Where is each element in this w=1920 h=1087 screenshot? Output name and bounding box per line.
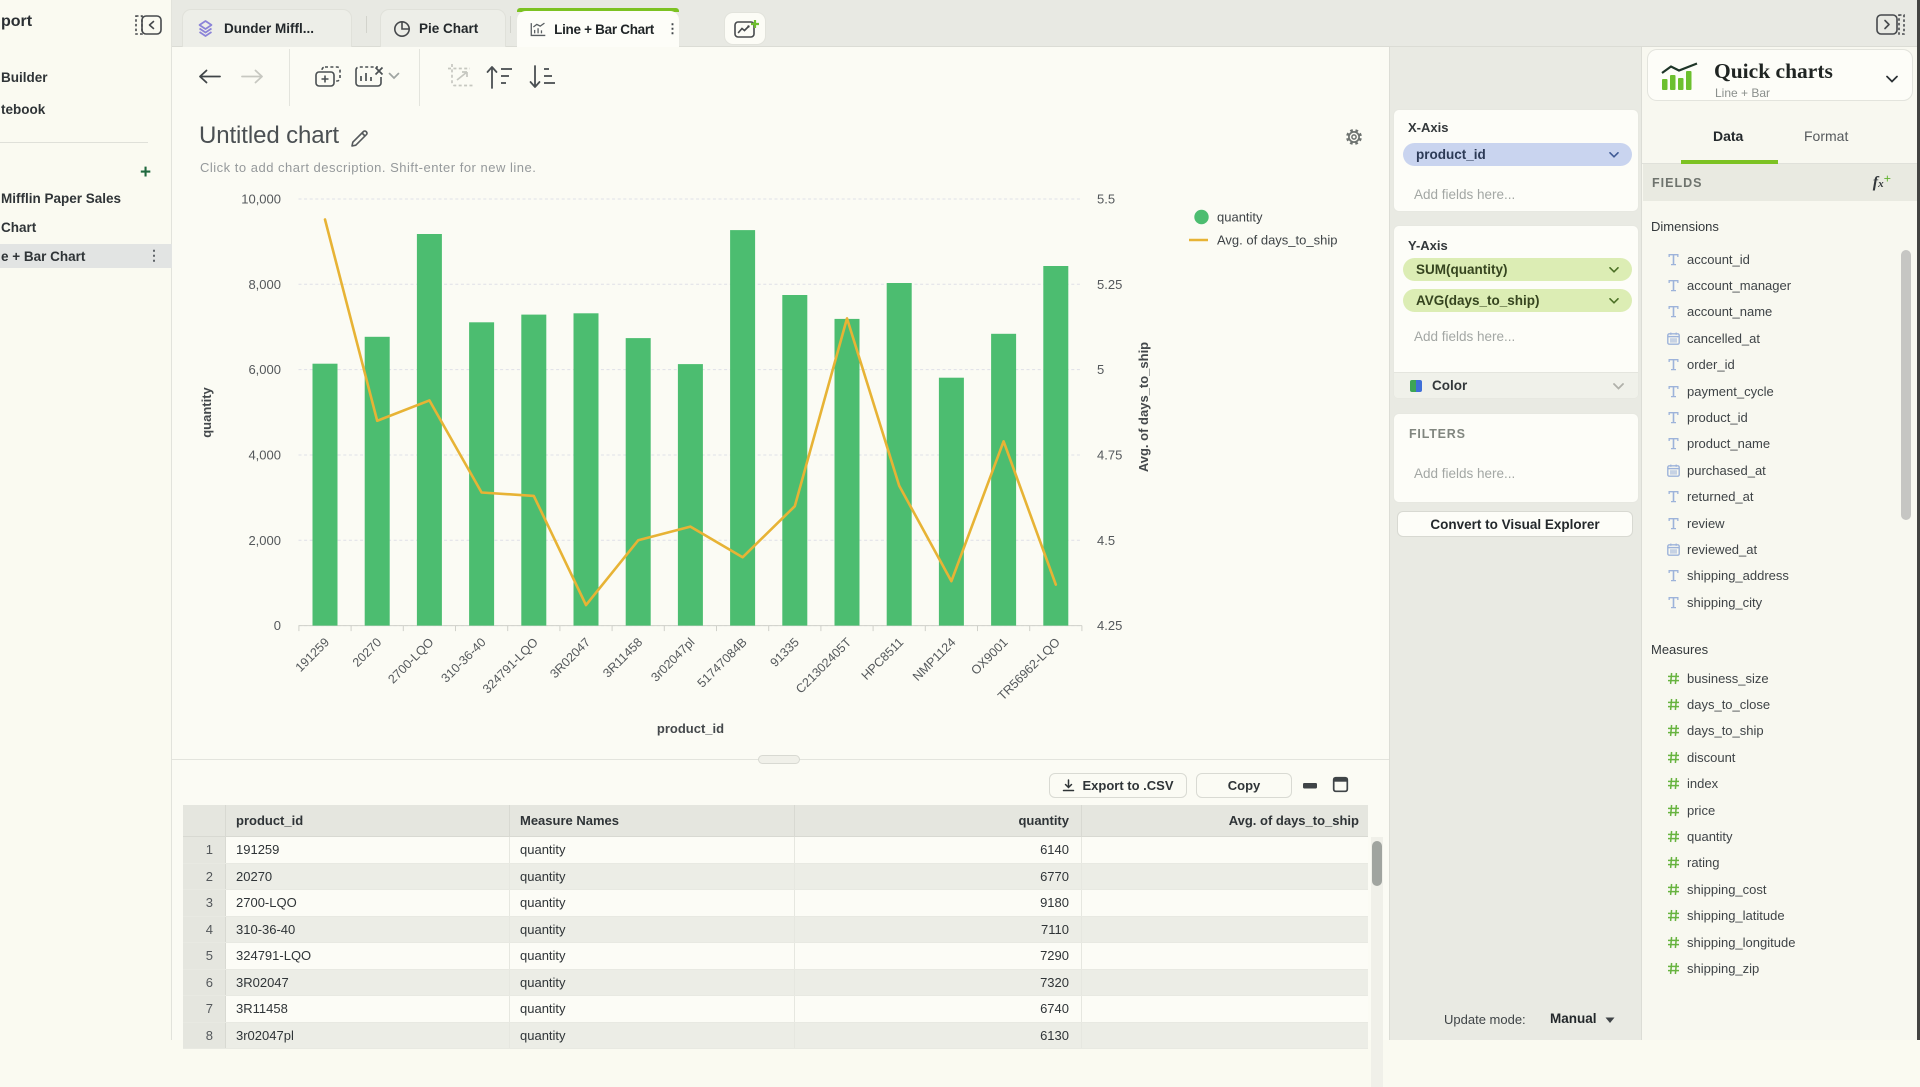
svg-text:191259: 191259 xyxy=(293,635,332,674)
svg-text:5.25: 5.25 xyxy=(1097,277,1122,292)
svg-text:8,000: 8,000 xyxy=(248,277,281,292)
svg-text:C21302405T: C21302405T xyxy=(793,635,854,696)
svg-text:product_id: product_id xyxy=(657,721,724,736)
svg-text:20270: 20270 xyxy=(350,635,385,670)
svg-text:324791-LQO: 324791-LQO xyxy=(480,635,541,696)
svg-text:5: 5 xyxy=(1097,362,1104,377)
svg-text:3R02047: 3R02047 xyxy=(547,635,593,681)
svg-text:HPC8511: HPC8511 xyxy=(859,635,907,683)
svg-text:5.5: 5.5 xyxy=(1097,192,1115,207)
svg-text:Avg. of days_to_ship: Avg. of days_to_ship xyxy=(1136,342,1151,472)
svg-text:2700-LQO: 2700-LQO xyxy=(385,635,436,686)
svg-text:quantity: quantity xyxy=(1217,210,1263,225)
svg-text:10,000: 10,000 xyxy=(241,192,281,207)
svg-text:3R11458: 3R11458 xyxy=(600,635,645,680)
svg-text:4.75: 4.75 xyxy=(1097,448,1122,463)
svg-text:4,000: 4,000 xyxy=(248,448,281,463)
svg-text:2,000: 2,000 xyxy=(248,533,281,548)
svg-text:3r02047pl: 3r02047pl xyxy=(648,635,697,684)
svg-text:91335: 91335 xyxy=(767,635,802,670)
svg-text:4.5: 4.5 xyxy=(1097,533,1115,548)
svg-text:NMP1124: NMP1124 xyxy=(910,635,959,684)
svg-text:6,000: 6,000 xyxy=(248,362,281,377)
svg-text:OX9001: OX9001 xyxy=(968,635,1010,677)
svg-text:quantity: quantity xyxy=(199,386,214,437)
svg-text:Avg. of days_to_ship: Avg. of days_to_ship xyxy=(1217,233,1337,248)
svg-text:0: 0 xyxy=(274,618,281,633)
svg-text:4.25: 4.25 xyxy=(1097,618,1122,633)
svg-text:51747084B: 51747084B xyxy=(695,635,750,690)
svg-text:310-36-40: 310-36-40 xyxy=(439,635,489,685)
